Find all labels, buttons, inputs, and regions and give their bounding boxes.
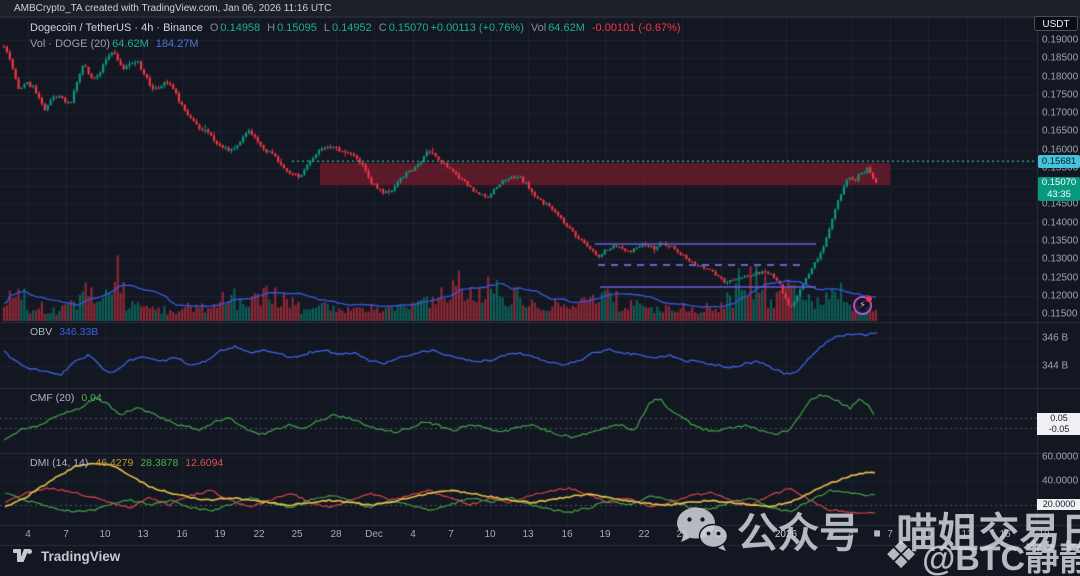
change2-value: -0.00101 (-0.67%) <box>591 22 681 34</box>
diamond-icon: ❖ <box>884 534 919 576</box>
last-price-value: 0.15070 <box>1041 177 1077 188</box>
time-tick: 7 <box>63 529 69 540</box>
price-tick: 0.13500 <box>1042 235 1079 247</box>
tradingview-chart-window: AMBCrypto_TA created with TradingView.co… <box>0 0 1080 576</box>
tradingview-logo-text: TradingView <box>41 549 121 564</box>
candle-countdown: 43:35 <box>1047 189 1071 200</box>
time-tick: Dec <box>365 529 383 540</box>
high-label: H <box>267 22 276 34</box>
time-tick: 16 <box>176 529 188 540</box>
symbol-legend: Dogecoin / TetherUS · 4h · Binance O 0.149… <box>30 22 681 34</box>
time-tick: 19 <box>214 529 226 540</box>
volume-ma: 184.27M <box>155 38 199 50</box>
price-tick: 0.18000 <box>1042 71 1079 83</box>
attribution-banner: AMBCrypto_TA created with TradingView.co… <box>0 0 1080 17</box>
price-tick: 0.13000 <box>1042 253 1079 265</box>
vol-value: 64.62M <box>548 22 585 34</box>
high-value: 0.15095 <box>277 22 317 34</box>
cmf-legend: CMF (20) 0.04 <box>30 392 102 404</box>
time-tick: 28 <box>330 529 342 540</box>
open-value: 0.14958 <box>220 22 261 34</box>
price-axis[interactable]: 0.19000 0.18500 0.18000 0.17500 0.17000 0.165… <box>1042 0 1080 576</box>
notification-dot <box>866 296 872 302</box>
obv-value: 346.33B <box>59 326 99 338</box>
chart-canvas[interactable] <box>0 0 1080 576</box>
open-label: O <box>209 22 219 34</box>
time-tick: 22 <box>253 529 265 540</box>
last-price-label: 0.15070 43:35 <box>1038 177 1080 201</box>
price-tick: 0.12000 <box>1042 290 1079 302</box>
time-tick: 13 <box>137 529 149 540</box>
time-tick: 25 <box>291 529 303 540</box>
obv-legend: OBV 346.33B <box>30 326 98 338</box>
dmi-tick: 40.0000 <box>1042 475 1079 487</box>
dmi-minusdi-value: 12.6094 <box>185 457 224 469</box>
price-tick: 0.18500 <box>1042 52 1079 64</box>
close-value: 0.15070 <box>388 22 429 34</box>
price-tick: 0.12500 <box>1042 272 1079 283</box>
obv-tick: 346 B <box>1042 332 1069 344</box>
watermark-text-2: @BTC静静说 <box>922 540 1080 576</box>
price-tick: 0.19000 <box>1042 34 1079 46</box>
cmf-title[interactable]: CMF (20) <box>30 392 74 404</box>
cmf-band-label: -0.05 <box>1037 424 1080 435</box>
lightning-icon[interactable]: ⚡ <box>853 296 872 315</box>
price-tick: 0.14000 <box>1042 217 1079 229</box>
time-tick: 16 <box>561 529 573 540</box>
alert-price-label: 0.15681 <box>1038 155 1080 168</box>
volume-indicator-legend: Vol · DOGE (20) 64.62M 184.27M <box>30 38 199 50</box>
usdt-axis-button[interactable]: USDT <box>1034 16 1078 31</box>
change-value: +0.00113 (+0.76%) <box>430 22 524 34</box>
wechat-icon <box>677 507 728 551</box>
time-tick: 19 <box>599 529 611 540</box>
price-tick: 0.16500 <box>1042 125 1079 137</box>
time-tick: 4 <box>25 529 31 540</box>
price-tick: 0.11500 <box>1042 308 1078 320</box>
tradingview-mark-icon <box>13 549 32 562</box>
tradingview-logo[interactable]: TradingView <box>13 549 120 564</box>
close-label: C <box>378 22 387 34</box>
obv-title[interactable]: OBV <box>30 326 52 338</box>
volume-current: 64.62M <box>112 38 149 50</box>
dmi-tick: 60.0000 <box>1042 451 1079 463</box>
low-label: L <box>323 22 331 34</box>
symbol-title[interactable]: Dogecoin / TetherUS · 4h · Binance <box>30 22 203 34</box>
dmi-legend: DMI (14, 14) 46.4279 28.3878 12.6094 <box>30 457 223 469</box>
price-tick: 0.17500 <box>1042 89 1079 101</box>
price-tick: 0.17000 <box>1042 107 1079 119</box>
time-tick: 10 <box>99 529 111 540</box>
volume-indicator-title[interactable]: Vol · DOGE (20) <box>30 38 110 50</box>
dmi-adx-value: 46.4279 <box>95 457 134 469</box>
cmf-value: 0.04 <box>81 392 102 404</box>
time-tick: 10 <box>484 529 496 540</box>
cmf-band-label: 0.05 <box>1037 413 1080 424</box>
obv-tick: 344 B <box>1042 360 1069 372</box>
dmi-plusdi-value: 28.3878 <box>140 457 179 469</box>
low-value: 0.14952 <box>332 22 372 34</box>
time-tick: 13 <box>522 529 534 540</box>
vol-label: Vol <box>530 22 547 34</box>
dmi-title[interactable]: DMI (14, 14) <box>30 457 88 469</box>
time-tick: 7 <box>448 529 454 540</box>
watermark-line2: ❖ @BTC静静说 <box>884 531 1080 576</box>
time-tick: 22 <box>638 529 650 540</box>
price-tick: 0.16000 <box>1042 144 1079 156</box>
time-tick: 4 <box>410 529 416 540</box>
